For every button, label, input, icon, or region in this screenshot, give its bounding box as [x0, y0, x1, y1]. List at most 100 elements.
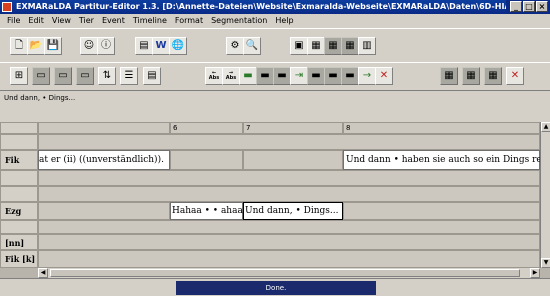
tier-up-icon[interactable]: ▭ — [76, 67, 94, 85]
tier-label-cell[interactable]: [nn] — [0, 234, 38, 250]
split-event-icon[interactable]: ▬ — [256, 67, 274, 85]
selected-event-cell[interactable]: Und dann, • Dings... — [243, 202, 343, 220]
menu-timeline[interactable]: Timeline — [130, 14, 172, 28]
event-text: Und dann, • Dings... — [245, 206, 339, 216]
extend-left-icon[interactable]: ▬ — [273, 67, 291, 85]
tier-label-cell[interactable]: Ezg — [0, 202, 38, 220]
extend-right-icon[interactable]: ⇥ — [290, 67, 308, 85]
menu-edit[interactable]: Edit — [25, 14, 49, 28]
empty-cell[interactable] — [38, 202, 170, 220]
vertical-scrollbar[interactable]: ▲ ▼ — [540, 122, 550, 268]
window-buttons: _ □ × — [506, 0, 550, 14]
format-table-icon[interactable]: ▥ — [358, 37, 376, 55]
window-title: EXMARaLDA Partitur-Editor 1.3. [D:\Annet… — [16, 2, 550, 11]
new-file-icon[interactable]: 🗋 — [10, 37, 28, 55]
timeline-cell[interactable]: 8 — [343, 122, 540, 134]
menu-event[interactable]: Event — [99, 14, 130, 28]
empty-row[interactable] — [38, 234, 540, 250]
horizontal-scrollbar[interactable]: ◀ ▶ — [38, 268, 540, 278]
move-event-icon[interactable]: ▬ — [341, 67, 359, 85]
shift-left-abs-icon[interactable]: ← Abs — [205, 67, 223, 85]
menu-format[interactable]: Format — [172, 14, 208, 28]
close-button[interactable]: × — [536, 1, 548, 12]
scroll-right-icon[interactable]: ▶ — [530, 268, 540, 278]
empty-cell[interactable] — [170, 150, 243, 170]
abs-label: Abs — [208, 75, 220, 81]
shrink-right-icon[interactable]: ▬ — [324, 67, 342, 85]
scroll-thumb[interactable] — [50, 269, 520, 277]
event-editor-text: Und dann, • Dings... — [4, 94, 76, 102]
empty-row[interactable] — [38, 250, 540, 268]
shift-right-abs-icon[interactable]: → Abs — [222, 67, 240, 85]
empty-row — [38, 186, 540, 202]
abs-label: Abs — [225, 75, 237, 81]
add-tier-icon[interactable]: ⊞ — [10, 67, 28, 85]
maximize-button[interactable]: □ — [523, 1, 535, 12]
scroll-up-icon[interactable]: ▲ — [541, 122, 550, 132]
menu-tier[interactable]: Tier — [76, 14, 99, 28]
app-icon — [2, 2, 12, 12]
tier-label-cell[interactable]: Fik — [0, 150, 38, 170]
empty-row — [38, 134, 540, 150]
insert-tier-icon[interactable]: ▭ — [32, 67, 50, 85]
title-bar[interactable]: EXMARaLDA Partitur-Editor 1.3. [D:\Annet… — [0, 0, 550, 14]
timeline-number: 8 — [346, 124, 351, 132]
timeline-cell[interactable]: 6 — [170, 122, 243, 134]
menu-help[interactable]: Help — [272, 14, 298, 28]
timeline-cell[interactable] — [38, 122, 170, 134]
timeline-remove-icon[interactable]: ▦ — [484, 67, 502, 85]
search-icon[interactable]: 🔍 — [243, 37, 261, 55]
tier-properties-icon[interactable]: ▤ — [143, 67, 161, 85]
remove-tier-icon[interactable]: ▭ — [54, 67, 72, 85]
minimize-button[interactable]: _ — [510, 1, 522, 12]
speaker-table-icon[interactable]: ☺ — [80, 37, 98, 55]
shrink-left-icon[interactable]: ▬ — [307, 67, 325, 85]
timeline-number: 7 — [246, 124, 251, 132]
timeline-insert-icon[interactable]: ▦ — [440, 67, 458, 85]
corner-cell — [0, 122, 38, 134]
document-icon[interactable]: ▤ — [135, 37, 153, 55]
tier-label-nn: [nn] — [5, 238, 25, 248]
timeline-number: 6 — [173, 124, 178, 132]
menu-view[interactable]: View — [49, 14, 76, 28]
word-export-icon[interactable]: W — [152, 37, 170, 55]
tier-label-cell — [0, 220, 38, 234]
table-icon[interactable]: ▦ — [324, 37, 342, 55]
meta-info-icon[interactable]: ⓘ — [97, 37, 115, 55]
timeline-delete-icon[interactable]: ✕ — [506, 67, 524, 85]
grid-icon[interactable]: ▦ — [341, 37, 359, 55]
open-file-icon[interactable]: 📂 — [27, 37, 45, 55]
tier-order-icon[interactable]: ☰ — [120, 67, 138, 85]
status-bar: Done. — [0, 278, 550, 296]
merge-events-icon[interactable]: ▬ — [239, 67, 257, 85]
tier-label-cell[interactable]: Fik [k] — [0, 250, 38, 268]
settings-icon[interactable]: ⚙ — [226, 37, 244, 55]
web-export-icon[interactable]: 🌐 — [169, 37, 187, 55]
media-icon[interactable]: ▣ — [290, 37, 308, 55]
tier-label-cell — [0, 186, 38, 202]
save-icon[interactable]: 💾 — [44, 37, 62, 55]
empty-cell[interactable] — [343, 202, 540, 220]
scroll-down-icon[interactable]: ▼ — [541, 258, 550, 268]
tier-label-fik: Fik — [5, 155, 20, 165]
event-editor[interactable]: Und dann, • Dings... — [0, 90, 550, 122]
tier-label-ezg: Ezg — [5, 206, 22, 216]
event-cell[interactable]: Hahaa • • ahaa. — [170, 202, 243, 220]
empty-cell[interactable] — [243, 150, 343, 170]
timeline-append-icon[interactable]: ▦ — [462, 67, 480, 85]
event-cell[interactable]: Und dann • haben sie auch so ein Dings r… — [343, 150, 540, 170]
delete-event-icon[interactable]: ✕ — [375, 67, 393, 85]
empty-row — [38, 170, 540, 186]
scroll-left-icon[interactable]: ◀ — [38, 268, 48, 278]
timeline-cell[interactable]: 7 — [243, 122, 343, 134]
menu-file[interactable]: File — [4, 14, 25, 28]
tier-table-icon[interactable]: ▦ — [307, 37, 325, 55]
event-cell[interactable]: at er (ii) ((unverständlich)). — [38, 150, 170, 170]
tier-label-cell — [0, 134, 38, 150]
move-tier-icon[interactable]: ⇅ — [98, 67, 116, 85]
event-to-right-icon[interactable]: → — [358, 67, 376, 85]
menu-segmentation[interactable]: Segmentation — [208, 14, 272, 28]
tier-label-fik-k: Fik [k] — [5, 254, 36, 264]
empty-row — [38, 220, 540, 234]
partitur-grid: 6 7 8 Fik at er (ii) ((unverständlich)).… — [0, 122, 540, 268]
